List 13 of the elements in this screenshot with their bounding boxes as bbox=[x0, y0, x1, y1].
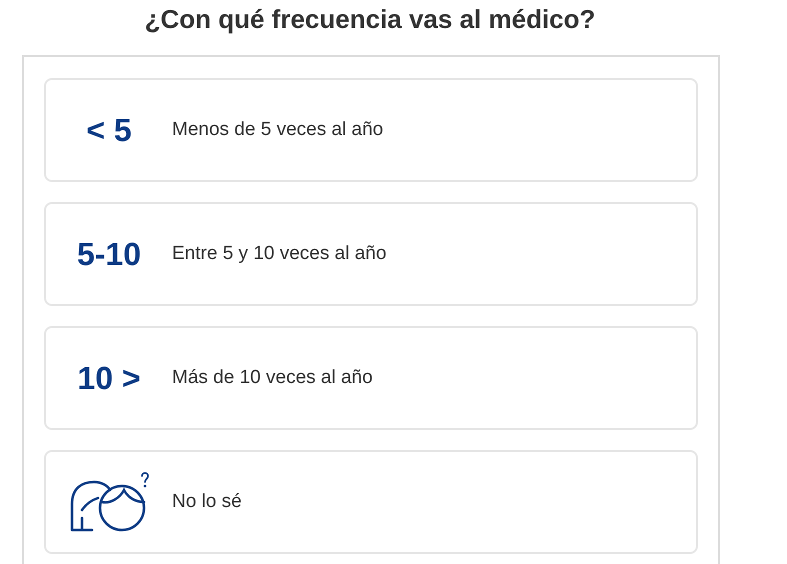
option-number: < 5 bbox=[86, 112, 132, 148]
option-label: No lo sé bbox=[172, 491, 242, 513]
option-number: 5-10 bbox=[76, 236, 142, 272]
answer-option[interactable]: No lo sé bbox=[44, 450, 698, 554]
people-icon bbox=[68, 470, 150, 534]
option-label: Más de 10 veces al año bbox=[172, 367, 373, 389]
option-label: Menos de 5 veces al año bbox=[172, 119, 384, 141]
answer-option[interactable]: < 5 Menos de 5 veces al año bbox=[44, 78, 698, 182]
question-title: ¿Con qué frecuencia vas al médico? bbox=[144, 3, 596, 36]
option-number: 10 > bbox=[77, 360, 141, 396]
option-label: Entre 5 y 10 veces al año bbox=[172, 243, 386, 265]
answer-option[interactable]: 5-10 Entre 5 y 10 veces al año bbox=[44, 202, 698, 306]
answer-option[interactable]: 10 > Más de 10 veces al año bbox=[44, 326, 698, 430]
